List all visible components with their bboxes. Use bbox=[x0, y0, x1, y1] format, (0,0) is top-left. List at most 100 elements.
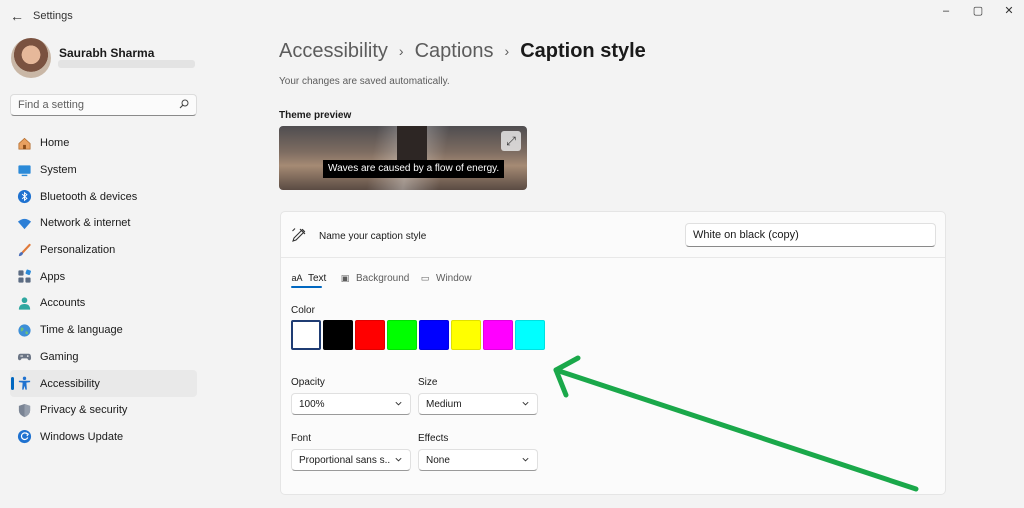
size-value: Medium bbox=[426, 399, 462, 410]
tab-active-indicator bbox=[291, 286, 322, 288]
sidebar-item-label: Home bbox=[40, 137, 70, 150]
autosave-note: Your changes are saved automatically. bbox=[279, 76, 450, 87]
tab-label: Window bbox=[436, 272, 472, 284]
sidebar-item-label: Privacy & security bbox=[40, 404, 128, 417]
sidebar-nav: Home System Bluetooth & devices Network … bbox=[10, 130, 197, 450]
back-arrow-icon[interactable]: ← bbox=[8, 8, 26, 24]
sidebar-item-time-language[interactable]: Time & language bbox=[10, 317, 197, 344]
update-icon bbox=[17, 430, 32, 444]
tab-background[interactable]: ▣ Background bbox=[339, 268, 410, 288]
color-swatch[interactable] bbox=[323, 320, 353, 350]
sidebar-item-label: Gaming bbox=[40, 350, 79, 363]
chevron-down-icon bbox=[395, 401, 402, 406]
color-swatch[interactable] bbox=[419, 320, 449, 350]
color-swatch[interactable] bbox=[355, 320, 385, 350]
search-input[interactable] bbox=[18, 98, 176, 112]
sidebar-item-label: Bluetooth & devices bbox=[40, 190, 138, 203]
sidebar-item-system[interactable]: System bbox=[10, 157, 197, 184]
size-dropdown[interactable]: Medium bbox=[418, 393, 538, 415]
font-dropdown[interactable]: Proportional sans s... bbox=[291, 449, 411, 471]
theme-preview-label: Theme preview bbox=[279, 110, 352, 121]
effects-dropdown[interactable]: None bbox=[418, 449, 538, 471]
search-box[interactable] bbox=[10, 94, 197, 116]
bluetooth-icon bbox=[17, 190, 32, 204]
font-label: Font bbox=[291, 433, 312, 444]
close-icon[interactable]: ✕ bbox=[998, 4, 1020, 18]
caption-name-row: Name your caption style bbox=[281, 212, 945, 258]
minimize-icon[interactable]: – bbox=[935, 4, 957, 18]
user-email-redacted bbox=[58, 60, 195, 68]
gamepad-icon bbox=[17, 354, 32, 361]
preview-caption: Waves are caused by a flow of energy. bbox=[323, 160, 505, 178]
color-swatch[interactable] bbox=[451, 320, 481, 350]
maximize-icon[interactable]: ▢ bbox=[967, 4, 989, 18]
app-title: Settings bbox=[33, 10, 73, 22]
tab-window[interactable]: ▭ Window bbox=[419, 268, 472, 288]
globe-icon bbox=[18, 324, 31, 337]
effects-value: None bbox=[426, 455, 450, 466]
breadcrumb-captions[interactable]: Captions bbox=[415, 40, 494, 63]
sidebar-item-apps[interactable]: Apps bbox=[10, 263, 197, 290]
sidebar-item-personalization[interactable]: Personalization bbox=[10, 237, 197, 264]
chevron-right-icon: › bbox=[398, 43, 404, 59]
title-bar: ← Settings – ▢ ✕ bbox=[0, 0, 1024, 32]
user-name: Saurabh Sharma bbox=[59, 46, 155, 60]
color-swatch[interactable] bbox=[387, 320, 417, 350]
sidebar-item-accessibility[interactable]: Accessibility bbox=[10, 370, 197, 397]
search-icon[interactable] bbox=[179, 99, 189, 109]
sidebar-item-accounts[interactable]: Accounts bbox=[10, 290, 197, 317]
tab-text[interactable]: aA Text bbox=[291, 268, 326, 288]
page-title: Caption style bbox=[520, 39, 646, 62]
sidebar-item-label: Time & language bbox=[40, 324, 123, 337]
shield-icon bbox=[18, 403, 31, 417]
opacity-label: Opacity bbox=[291, 377, 325, 388]
sidebar-item-gaming[interactable]: Gaming bbox=[10, 344, 197, 371]
size-label: Size bbox=[418, 377, 438, 388]
avatar[interactable] bbox=[11, 38, 51, 78]
expand-icon[interactable]: ⤢ bbox=[501, 131, 521, 151]
font-value: Proportional sans s... bbox=[299, 455, 391, 466]
accessibility-icon bbox=[18, 376, 31, 390]
sidebar-item-label: System bbox=[40, 164, 77, 177]
text-icon: aA bbox=[291, 273, 303, 283]
sidebar-item-home[interactable]: Home bbox=[10, 130, 197, 157]
chevron-right-icon: › bbox=[504, 43, 510, 59]
caption-name-label: Name your caption style bbox=[319, 231, 427, 242]
effects-label: Effects bbox=[418, 433, 449, 444]
sidebar-item-label: Accessibility bbox=[40, 377, 100, 390]
pen-brush-icon bbox=[292, 228, 306, 242]
theme-preview: Waves are caused by a flow of energy. ⤢ bbox=[279, 126, 527, 190]
person-icon bbox=[18, 297, 31, 310]
sidebar-item-label: Accounts bbox=[40, 297, 86, 310]
color-swatch[interactable] bbox=[291, 320, 321, 350]
caption-name-input[interactable] bbox=[685, 223, 936, 247]
sidebar-item-label: Windows Update bbox=[40, 430, 124, 443]
sidebar-item-privacy-security[interactable]: Privacy & security bbox=[10, 397, 197, 424]
chevron-down-icon bbox=[522, 457, 529, 462]
window-icon: ▭ bbox=[420, 272, 430, 283]
sidebar-item-label: Personalization bbox=[40, 244, 116, 257]
opacity-value: 100% bbox=[299, 399, 325, 410]
sidebar-item-label: Apps bbox=[40, 270, 66, 283]
chevron-down-icon bbox=[395, 457, 402, 462]
color-swatch[interactable] bbox=[483, 320, 513, 350]
tab-label: Text bbox=[308, 272, 327, 284]
wifi-icon bbox=[17, 218, 32, 230]
sidebar-item-network[interactable]: Network & internet bbox=[10, 210, 197, 237]
system-icon bbox=[18, 164, 31, 176]
sidebar-item-label: Network & internet bbox=[40, 217, 131, 230]
brush-icon bbox=[18, 243, 31, 256]
chevron-down-icon bbox=[522, 401, 529, 406]
color-swatch[interactable] bbox=[515, 320, 545, 350]
opacity-dropdown[interactable]: 100% bbox=[291, 393, 411, 415]
home-icon bbox=[18, 137, 31, 150]
apps-icon bbox=[18, 269, 31, 283]
sidebar-item-windows-update[interactable]: Windows Update bbox=[10, 424, 197, 451]
tab-label: Background bbox=[356, 272, 410, 284]
sidebar-item-bluetooth[interactable]: Bluetooth & devices bbox=[10, 183, 197, 210]
breadcrumb-accessibility[interactable]: Accessibility bbox=[279, 40, 388, 63]
breadcrumb: Accessibility › Captions › Caption style bbox=[279, 38, 646, 64]
color-label: Color bbox=[291, 305, 315, 316]
caption-style-card: Name your caption style aA Text ▣ Backgr… bbox=[280, 211, 946, 495]
background-icon: ▣ bbox=[340, 272, 350, 283]
